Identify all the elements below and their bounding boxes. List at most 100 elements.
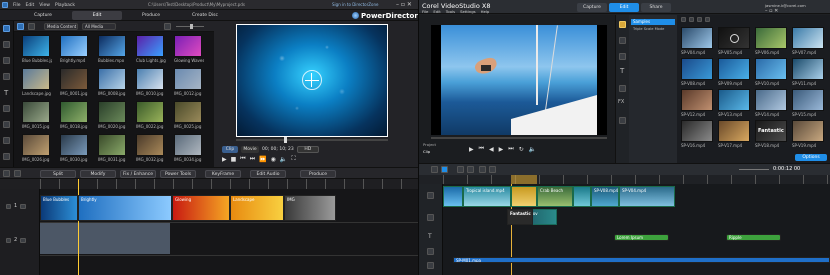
zoom-slider[interactable] bbox=[739, 169, 769, 170]
audio-mixing-icon[interactable] bbox=[3, 121, 10, 130]
video-track-icon[interactable] bbox=[427, 192, 434, 199]
tab-capture[interactable]: Capture bbox=[18, 11, 68, 20]
show-videos-icon[interactable] bbox=[689, 17, 694, 22]
media-thumbnail[interactable] bbox=[22, 134, 50, 156]
media-thumbnail[interactable] bbox=[136, 101, 164, 123]
timeline-clip[interactable] bbox=[443, 186, 463, 207]
edit-button-produce[interactable]: Produce bbox=[300, 170, 336, 178]
music-track-icon[interactable] bbox=[427, 262, 434, 269]
prev-frame-icon[interactable]: ◀ bbox=[489, 146, 494, 153]
window-controls[interactable]: – ▫ ✕ bbox=[396, 1, 412, 8]
media-content-select[interactable]: Media Content bbox=[44, 23, 78, 30]
title-icon[interactable]: T bbox=[620, 67, 624, 75]
signin-link[interactable]: Sign in to DirectorZone bbox=[332, 2, 378, 7]
movie-mode-button[interactable]: Movie bbox=[241, 145, 259, 153]
fx-icon[interactable]: FX bbox=[618, 99, 624, 105]
library-thumbnail[interactable] bbox=[755, 58, 787, 80]
preview-scrubber[interactable] bbox=[236, 139, 388, 141]
timeline-clip[interactable]: SP-V04.mp4 bbox=[619, 186, 675, 207]
track-lock-icon[interactable] bbox=[6, 203, 11, 209]
fast-forward-icon[interactable]: ⏩ bbox=[259, 156, 266, 163]
snapshot-icon[interactable]: ◉ bbox=[271, 156, 276, 163]
tab-produce[interactable]: Produce bbox=[126, 11, 176, 20]
project-mode[interactable]: Project bbox=[423, 142, 436, 147]
end-icon[interactable]: ⏭ bbox=[508, 145, 513, 153]
timeline-clip[interactable]: Landscape bbox=[230, 195, 284, 221]
clip-mode[interactable]: Clip bbox=[423, 149, 430, 154]
media-thumbnail[interactable] bbox=[60, 134, 88, 156]
sort-icon[interactable] bbox=[164, 23, 171, 30]
sound-mixer-icon[interactable] bbox=[489, 166, 496, 173]
repeat-icon[interactable]: ↻ bbox=[519, 146, 524, 153]
volume-icon[interactable]: 🔈 bbox=[529, 146, 536, 153]
media-thumbnail[interactable] bbox=[98, 68, 126, 90]
media-thumbnail[interactable] bbox=[22, 101, 50, 123]
library-thumbnail[interactable] bbox=[792, 58, 824, 80]
instant-project-icon[interactable] bbox=[619, 37, 626, 44]
tab-capture[interactable]: Capture bbox=[577, 3, 607, 12]
chapter-room-icon[interactable] bbox=[3, 153, 10, 162]
timeline-clip[interactable]: SP-V08.mp4 bbox=[591, 186, 619, 207]
edit-button-split[interactable]: Split bbox=[40, 170, 76, 178]
timeline-clip[interactable]: Brightly bbox=[78, 195, 172, 221]
add-folder-icon[interactable] bbox=[681, 17, 686, 22]
menu-view[interactable]: View bbox=[39, 3, 50, 8]
media-thumbnail[interactable] bbox=[22, 68, 50, 90]
library-thumbnail[interactable] bbox=[792, 27, 824, 49]
library-thumbnail[interactable] bbox=[681, 27, 713, 49]
quality-select[interactable]: HD bbox=[296, 145, 319, 153]
media-thumbnail[interactable] bbox=[174, 35, 202, 57]
timeline-view-icon[interactable] bbox=[441, 166, 448, 173]
tab-edit[interactable]: Edit bbox=[609, 3, 639, 12]
title-room-icon[interactable]: T bbox=[4, 89, 8, 97]
voice-track-icon[interactable] bbox=[427, 248, 434, 255]
media-thumbnail[interactable] bbox=[174, 68, 202, 90]
window-controls[interactable]: – ▫ ✕ bbox=[765, 8, 778, 14]
media-thumbnail[interactable] bbox=[136, 134, 164, 156]
timecode[interactable]: 00; 00; 10; 23 bbox=[262, 147, 294, 152]
library-thumbnail[interactable] bbox=[681, 120, 713, 142]
stop-icon[interactable]: ■ bbox=[231, 156, 237, 163]
menu-file[interactable]: File bbox=[13, 3, 21, 8]
library-thumbnail[interactable] bbox=[681, 58, 713, 80]
audio-clip-selection[interactable] bbox=[40, 223, 170, 254]
timeline-ruler[interactable] bbox=[0, 179, 418, 189]
library-thumbnail[interactable] bbox=[718, 58, 750, 80]
media-type-select[interactable]: All Media bbox=[82, 23, 116, 30]
library-thumbnail[interactable] bbox=[718, 89, 750, 111]
storyboard-view-icon[interactable] bbox=[431, 166, 438, 173]
media-thumbnail[interactable] bbox=[174, 101, 202, 123]
menu-playback[interactable]: Playback bbox=[55, 3, 75, 8]
track-lock-icon[interactable] bbox=[6, 237, 11, 243]
plugins-icon[interactable] bbox=[28, 23, 35, 30]
timeline-view-icon[interactable] bbox=[3, 170, 10, 177]
play-icon[interactable]: ▶ bbox=[222, 156, 227, 163]
next-frame-icon[interactable]: ▶ bbox=[499, 146, 504, 153]
menu-tools[interactable]: Tools bbox=[446, 9, 455, 14]
timeline-clip[interactable] bbox=[573, 186, 591, 207]
media-folder-icon[interactable] bbox=[619, 21, 626, 28]
options-button[interactable]: Options bbox=[795, 154, 827, 161]
media-thumbnail[interactable] bbox=[98, 101, 126, 123]
transition-icon[interactable] bbox=[619, 53, 626, 60]
fullscreen-icon[interactable]: ⛶ bbox=[291, 155, 295, 163]
particle-room-icon[interactable] bbox=[3, 73, 10, 82]
player-canvas[interactable] bbox=[431, 25, 607, 135]
slider-handle[interactable] bbox=[190, 24, 193, 29]
library-thumbnail[interactable] bbox=[755, 89, 787, 111]
media-thumbnail[interactable] bbox=[60, 68, 88, 90]
player-scrubber[interactable] bbox=[431, 137, 607, 139]
edit-button-edit-audio[interactable]: Edit Audio bbox=[250, 170, 286, 178]
timeline-ruler[interactable] bbox=[419, 175, 830, 184]
timeline-clip[interactable]: Blue Bubbles bbox=[40, 195, 78, 221]
library-thumbnail[interactable] bbox=[792, 89, 824, 111]
menu-help[interactable]: Help bbox=[481, 9, 490, 14]
clip-mode-button[interactable]: Clip bbox=[222, 145, 238, 153]
media-thumbnail[interactable] bbox=[22, 35, 50, 57]
media-thumbnail[interactable] bbox=[60, 101, 88, 123]
play-icon[interactable]: ▶ bbox=[469, 146, 474, 153]
volume-icon[interactable]: 🔈 bbox=[280, 156, 287, 163]
media-thumbnail[interactable] bbox=[136, 68, 164, 90]
show-audio-icon[interactable] bbox=[705, 17, 710, 22]
import-media-icon[interactable] bbox=[17, 23, 24, 30]
